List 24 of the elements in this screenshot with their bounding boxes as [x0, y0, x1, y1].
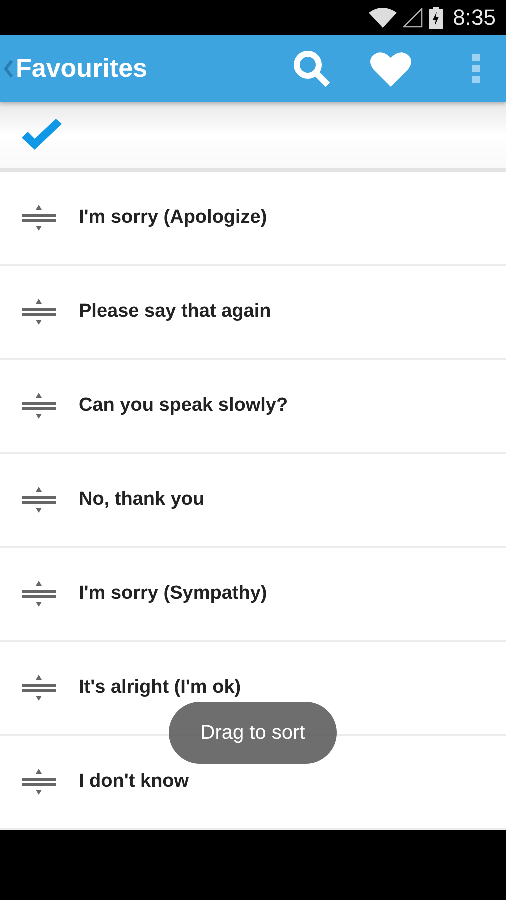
- drag-handle-icon[interactable]: [22, 204, 56, 232]
- phrase-label[interactable]: I'm sorry (Apologize): [79, 204, 268, 232]
- drag-handle-icon[interactable]: [22, 392, 56, 420]
- search-icon[interactable]: [292, 48, 332, 88]
- drag-handle-icon[interactable]: [22, 674, 56, 702]
- signal-icon: [403, 8, 424, 28]
- phrase-label[interactable]: Please say that again: [79, 298, 272, 326]
- drag-handle-icon[interactable]: [22, 768, 56, 796]
- wifi-icon: [369, 8, 398, 28]
- drag-handle-icon[interactable]: [22, 580, 56, 608]
- heart-icon[interactable]: [370, 50, 412, 86]
- phrase-label[interactable]: Can you speak slowly?: [79, 392, 288, 420]
- drag-handle-icon[interactable]: [22, 298, 56, 326]
- phrase-label[interactable]: I'm sorry (Sympathy): [79, 580, 268, 608]
- phrase-label[interactable]: No, thank you: [79, 486, 205, 514]
- phrase-label[interactable]: I don't know: [79, 768, 190, 796]
- phrase-label[interactable]: It's alright (I'm ok): [79, 674, 242, 702]
- battery-icon: [429, 6, 444, 28]
- screen-title: Favourites: [16, 52, 148, 85]
- status-time: 8:35: [453, 4, 496, 32]
- back-chevron-icon: [4, 60, 14, 78]
- checkmark-icon[interactable]: [22, 119, 62, 151]
- toast: Drag to sort: [169, 702, 337, 764]
- drag-handle-icon[interactable]: [22, 486, 56, 514]
